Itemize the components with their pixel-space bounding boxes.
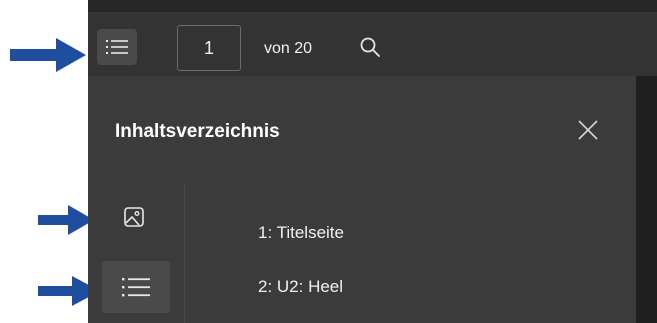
image-icon	[124, 207, 144, 227]
list-icon	[122, 278, 150, 297]
top-strip	[88, 0, 657, 12]
search-button[interactable]	[358, 36, 382, 60]
toc-item[interactable]: 1: Titelseite	[258, 223, 344, 243]
toc-panel: Inhaltsverzeichnis 1: Titelseite 2: U2: …	[88, 76, 636, 323]
annotation-arrow-thumbnails	[38, 205, 94, 235]
toc-toggle-button[interactable]	[97, 29, 137, 65]
annotation-arrow-toolbar	[10, 38, 86, 72]
search-icon	[360, 37, 380, 57]
toolbar: 1 von 20	[88, 12, 657, 76]
close-panel-button[interactable]	[576, 118, 600, 142]
rail-divider	[184, 184, 185, 323]
page-total-label: von 20	[264, 40, 313, 57]
page-number-input[interactable]: 1	[177, 25, 241, 71]
page-number-value: 1	[203, 37, 214, 58]
document-area-edge	[636, 76, 657, 323]
outline-button[interactable]	[102, 261, 170, 313]
close-icon	[578, 120, 598, 140]
thumbnails-button[interactable]	[121, 204, 147, 230]
pdf-viewer: 1 von 20 Inhaltsverzeichnis 1: Titelseit…	[88, 0, 657, 323]
list-icon	[106, 40, 128, 54]
panel-title: Inhaltsverzeichnis	[115, 121, 280, 142]
toc-item[interactable]: 2: U2: Heel	[258, 277, 343, 297]
